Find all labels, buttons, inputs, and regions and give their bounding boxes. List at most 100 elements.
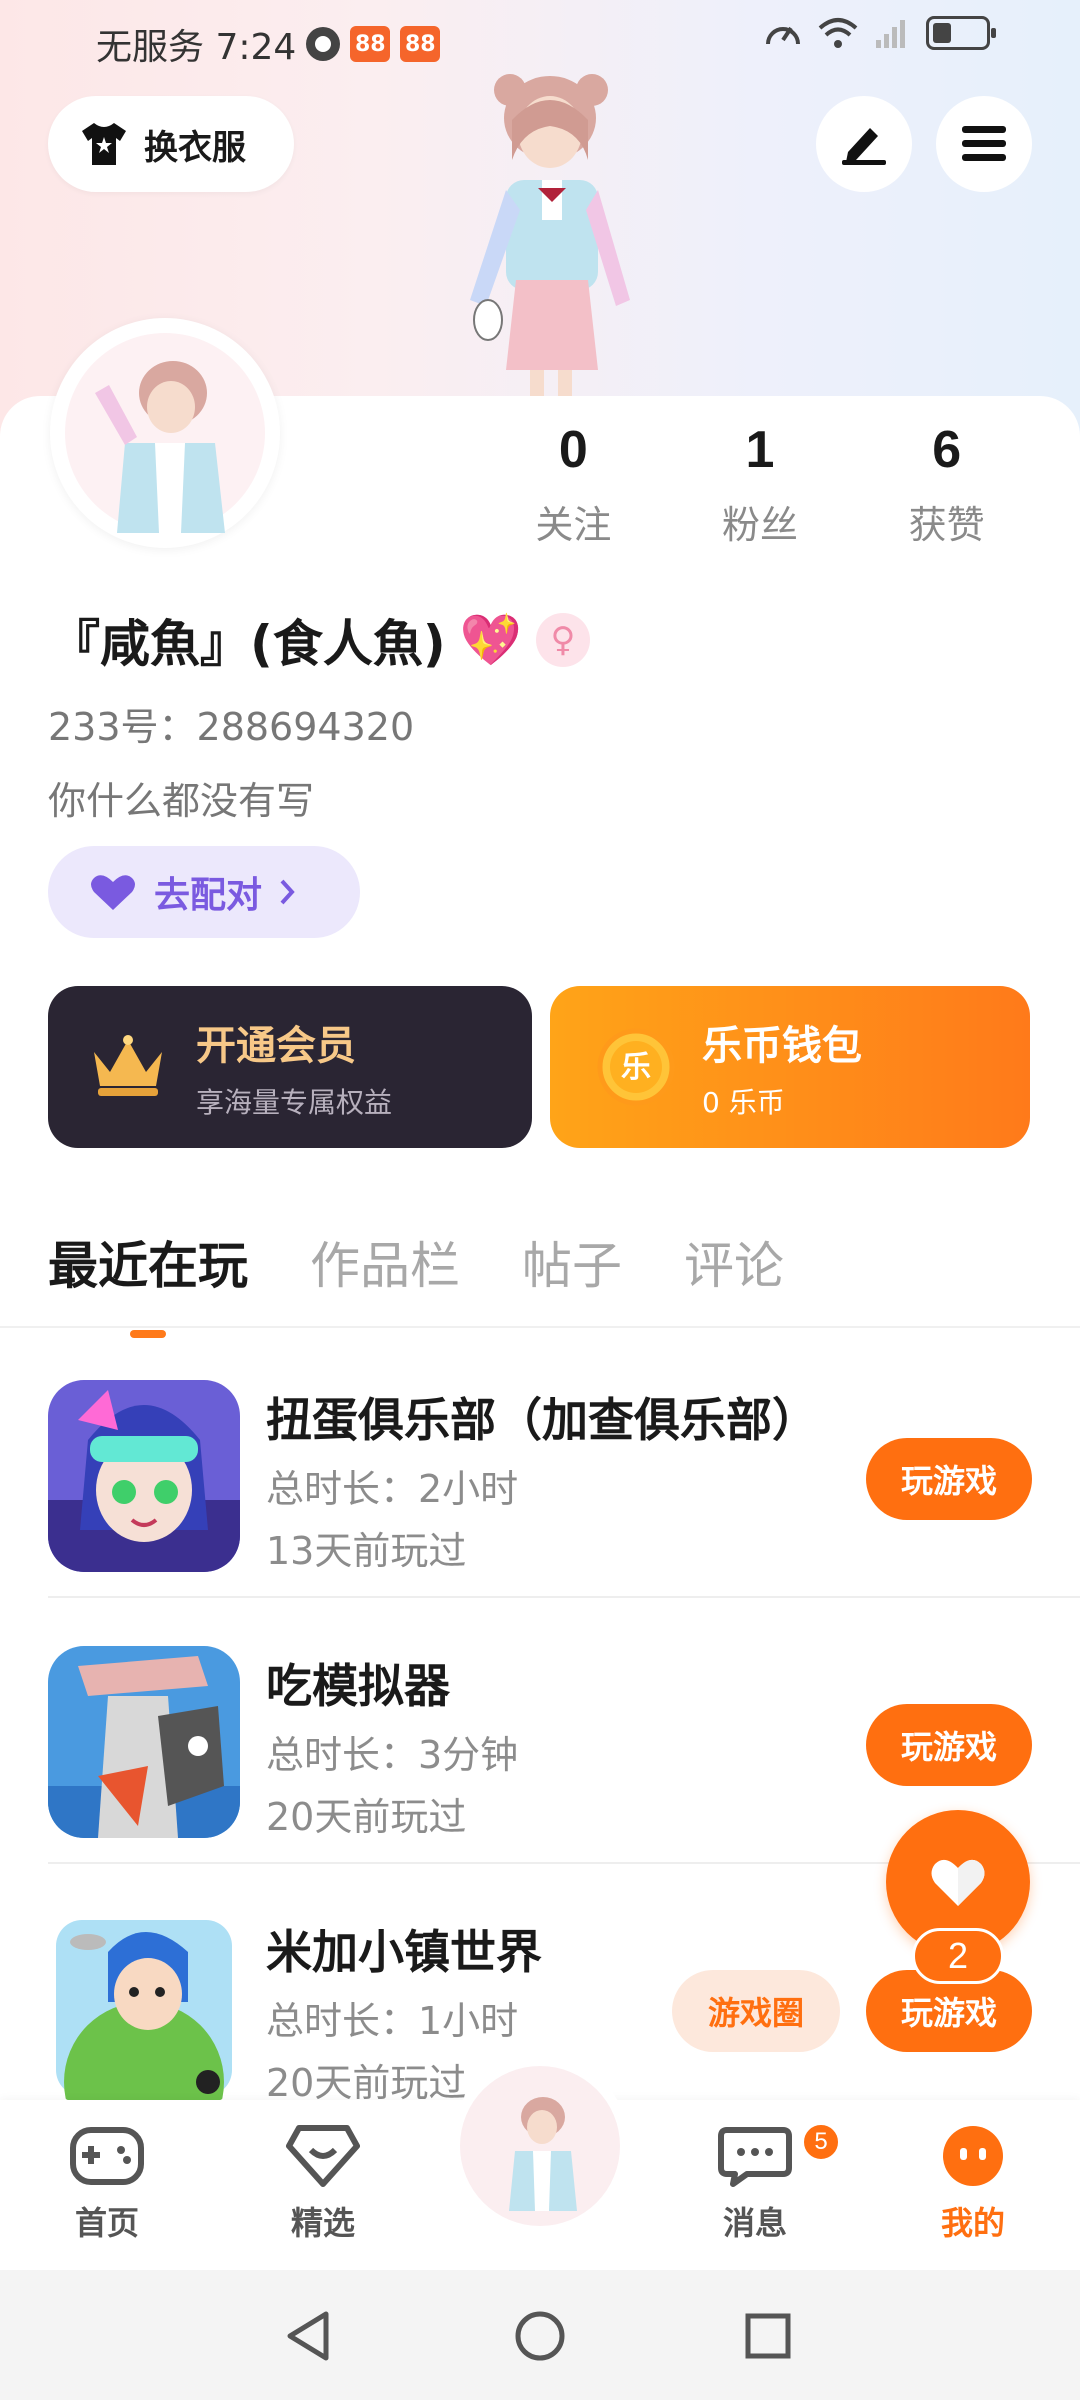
- battery-icon: [926, 16, 996, 50]
- stat-followers[interactable]: 1 粉丝: [667, 420, 854, 549]
- nav-featured-label: 精选: [290, 2204, 355, 2242]
- hamburger-menu-icon: [962, 126, 1006, 161]
- game-duration: 总时长：1小时: [266, 1999, 519, 2043]
- gamepad-icon: [70, 2127, 144, 2185]
- chevron-right-icon: [280, 879, 295, 905]
- nav-messages-label: 消息: [722, 2204, 787, 2242]
- edit-profile-button[interactable]: [816, 96, 912, 192]
- system-home-button[interactable]: [508, 2304, 572, 2368]
- tab-comments[interactable]: 评论: [684, 1226, 784, 1298]
- crown-icon: [94, 1035, 162, 1096]
- system-recents-button[interactable]: [736, 2304, 800, 2368]
- home-circle-icon: [515, 2311, 565, 2361]
- tab-posts-label: 帖子: [522, 1237, 622, 1295]
- tab-works[interactable]: 作品栏: [310, 1226, 460, 1298]
- signal-icon: [876, 20, 905, 48]
- tabs-divider: [0, 1326, 1080, 1328]
- miga-town-artwork: [48, 1912, 240, 2104]
- vip-text: 开通会员 享海量专属权益: [196, 1013, 392, 1121]
- messages-badge: 5: [801, 2122, 841, 2162]
- status-left: 无服务 7:24 88 88: [96, 18, 441, 70]
- status-bar: 无服务 7:24 88 88: [0, 0, 1080, 80]
- nav-featured[interactable]: 精选: [248, 2124, 398, 2244]
- game-last-played: 13天前玩过: [266, 1529, 467, 1573]
- change-outfit-button[interactable]: 换衣服: [48, 96, 294, 192]
- game-last-played: 20天前玩过: [266, 2061, 467, 2105]
- wifi-icon: [818, 18, 858, 48]
- app-badge-icon: 88: [400, 26, 441, 62]
- coin-wallet-card[interactable]: 乐 乐币钱包 0 乐币: [550, 986, 1030, 1148]
- heart-diamond-icon: [286, 2125, 360, 2187]
- match-label: 去配对: [154, 875, 263, 916]
- profile-tabs: 最近在玩 作品栏 帖子 评论: [48, 1226, 784, 1338]
- speed-icon: [766, 26, 800, 45]
- stat-following-label: 关注: [535, 503, 612, 547]
- profile-avatar[interactable]: [50, 318, 280, 548]
- status-right: [764, 16, 996, 50]
- nav-messages[interactable]: 5 消息: [680, 2122, 841, 2244]
- game-icon-gacha-club: [48, 1380, 240, 1572]
- tab-posts[interactable]: 帖子: [522, 1226, 622, 1298]
- coin-icon: 乐: [597, 1028, 675, 1106]
- stat-likes[interactable]: 6 获赞: [853, 420, 1040, 549]
- heart-icon: [931, 1859, 985, 1906]
- floating-like-count: 2: [912, 1928, 1004, 1984]
- vip-subtitle: 享海量专属权益: [196, 1086, 393, 1119]
- nav-avatar-button[interactable]: [460, 2066, 620, 2226]
- female-gender-icon: ♀: [535, 613, 590, 667]
- play-game-button[interactable]: 玩游戏: [866, 1438, 1032, 1520]
- nickname: 『咸魚』(食人魚) 💖 ♀: [50, 604, 590, 676]
- tab-recently-played[interactable]: 最近在玩: [48, 1226, 248, 1338]
- stat-likes-count: 6: [932, 421, 962, 479]
- game-name: 米加小镇世界: [266, 1925, 542, 1979]
- pen-icon: [842, 128, 886, 165]
- tshirt-icon: [82, 123, 126, 165]
- vip-title: 开通会员: [196, 1023, 356, 1069]
- game-row[interactable]: 扭蛋俱乐部（加查俱乐部） 总时长：2小时 13天前玩过 玩游戏: [48, 1332, 1080, 1598]
- game-name: 扭蛋俱乐部（加查俱乐部）: [266, 1393, 818, 1447]
- nav-home-label: 首页: [74, 2204, 139, 2242]
- bio: 你什么都没有写: [48, 779, 315, 823]
- timer-icon: [306, 27, 341, 61]
- app-badge-icon: 88: [350, 26, 391, 62]
- tab-comments-label: 评论: [684, 1237, 784, 1295]
- profile-stats: 0 关注 1 粉丝 6 获赞: [480, 420, 1040, 549]
- game-icon-miga-town: [48, 1912, 240, 2104]
- avatar-image: [475, 2081, 605, 2211]
- status-time: 无服务 7:24: [96, 27, 297, 68]
- game-last-played: 20天前玩过: [266, 1795, 467, 1839]
- heart-icon: [91, 875, 135, 910]
- back-triangle-icon: [287, 2311, 329, 2361]
- nickname-text: 『咸魚』(食人魚): [50, 615, 446, 673]
- nav-mine[interactable]: 我的: [898, 2124, 1048, 2244]
- system-back-button[interactable]: [276, 2304, 340, 2368]
- stat-following[interactable]: 0 关注: [480, 420, 667, 549]
- game-circle-button[interactable]: 游戏圈: [672, 1970, 840, 2052]
- stat-followers-label: 粉丝: [722, 503, 799, 547]
- wallet-text: 乐币钱包 0 乐币: [702, 1013, 862, 1121]
- stat-following-count: 0: [558, 421, 588, 479]
- menu-button[interactable]: [936, 96, 1032, 192]
- game-icon-eating-simulator: [48, 1646, 240, 1838]
- wallet-title: 乐币钱包: [702, 1023, 862, 1069]
- stat-followers-count: 1: [745, 421, 775, 479]
- user-id: 233号：288694320: [48, 705, 415, 749]
- game-duration: 总时长：3分钟: [266, 1733, 519, 1777]
- change-outfit-label: 换衣服: [144, 127, 246, 168]
- nav-mine-label: 我的: [940, 2204, 1005, 2242]
- eating-simulator-artwork: [48, 1646, 240, 1838]
- system-navigation-bar: [0, 2270, 1080, 2400]
- messages-icon-wrap: 5: [717, 2122, 841, 2192]
- wallet-balance: 0 乐币: [702, 1086, 785, 1119]
- match-button[interactable]: 去配对: [48, 846, 360, 938]
- smiley-face-icon: [943, 2126, 1003, 2186]
- sparkle-heart-emoji: 💖: [459, 610, 522, 669]
- nav-home[interactable]: 首页: [32, 2124, 182, 2244]
- vip-membership-card[interactable]: 开通会员 享海量专属权益: [48, 986, 532, 1148]
- tab-recently-played-label: 最近在玩: [48, 1237, 248, 1295]
- tab-works-label: 作品栏: [310, 1237, 460, 1295]
- play-game-button[interactable]: 玩游戏: [866, 1704, 1032, 1786]
- gacha-club-artwork: [48, 1380, 240, 1572]
- stat-likes-label: 获赞: [908, 503, 985, 547]
- coin-char: 乐: [621, 1050, 651, 1085]
